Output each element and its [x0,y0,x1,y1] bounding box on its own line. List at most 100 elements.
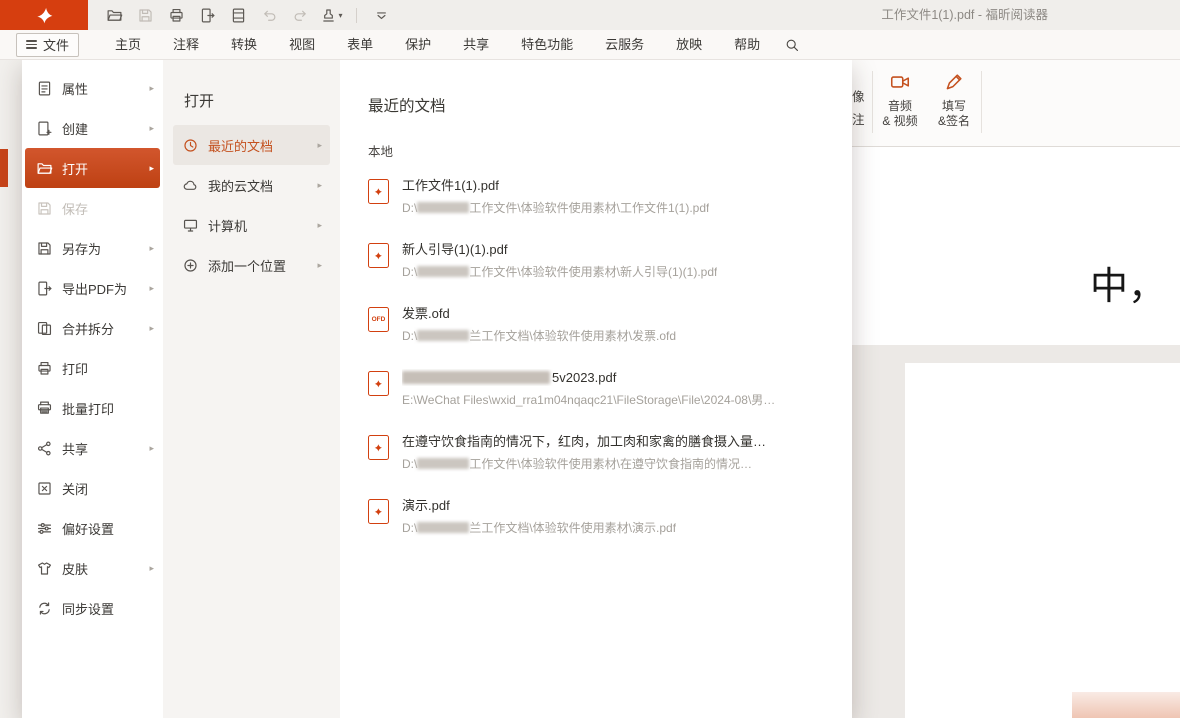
scan-doc-icon [230,7,247,24]
ribbon-clipped-labels: 像 注 [852,60,872,146]
menu-tab-10[interactable]: 帮助 [718,30,776,59]
background-left-strip [0,60,22,718]
file-menu-item-print[interactable]: 打印 [25,348,160,388]
menu-tab-6[interactable]: 共享 [447,30,505,59]
submenu-arrow-icon: ▸ [317,180,322,191]
file-menu-item-combine-split[interactable]: 合并拆分 ▸ [25,308,160,348]
save-button [132,3,159,27]
ribbon-button-audio-video[interactable]: 音频& 视频 [873,60,927,146]
submenu-arrow-icon: ▸ [149,563,154,574]
toolbar-expand-icon [373,7,390,24]
submenu-arrow-icon: ▸ [149,323,154,334]
menu-tab-8[interactable]: 云服务 [589,30,660,59]
export-pdf-icon [36,280,53,297]
save-icon [36,200,53,217]
redo-icon [292,7,309,24]
ribbon-button-label-line1: 音频 [873,99,927,114]
menu-tab-5[interactable]: 保护 [389,30,447,59]
open-icon [36,160,53,177]
file-menu-item-label: 合并拆分 [62,319,114,338]
scan-doc-button[interactable] [225,3,252,27]
recent-file-row[interactable]: OFD发票.ofdD:\兰工作文档\体验软件使用素材\发票.ofd [368,296,828,360]
menu-tab-2[interactable]: 转换 [215,30,273,59]
file-path-suffix: 兰工作文档\体验软件使用素材\演示.pdf [469,521,676,535]
stamp-tool-icon [320,7,337,24]
search-icon[interactable] [784,37,800,53]
submenu-arrow-icon: ▸ [317,140,322,151]
window-title: 工作文件1(1).pdf - 福昕阅读器 [881,0,1048,30]
file-path-prefix: D:\ [402,265,417,279]
titlebar: ▾ 工作文件1(1).pdf - 福昕阅读器 [0,0,1180,30]
ribbon-clipped-label-top: 像 [852,86,872,109]
open-panel-item-label: 我的云文档 [208,176,273,195]
recent-file-row[interactable]: 在遵守饮食指南的情况下，红肉，加工肉和家禽的膳食摄入量…D:\工作文件\体验软件… [368,424,828,488]
create-icon [36,120,53,137]
toolbar-expand-button[interactable] [368,3,395,27]
file-title-text: 在遵守饮食指南的情况下，红肉，加工肉和家禽的膳食摄入量… [402,434,766,449]
ribbon-button-fill-sign[interactable]: 填写&签名 [927,60,981,146]
file-title-text: 工作文件1(1).pdf [402,178,499,193]
menubar: 文件 主页注释转换视图表单保护共享特色功能云服务放映帮助 [0,30,1180,60]
file-menu-item-create[interactable]: 创建▸ [25,108,160,148]
file-menu-item-properties[interactable]: 属性▸ [25,68,160,108]
menu-tab-7[interactable]: 特色功能 [505,30,589,59]
ribbon-separator [981,71,982,133]
file-menu-item-label: 皮肤 [62,559,88,578]
recent-file-row[interactable]: 5v2023.pdfE:\WeChat Files\wxid_rra1m04nq… [368,360,828,424]
undo-button [256,3,283,27]
print-button[interactable] [163,3,190,27]
open-panel-item-label: 添加一个位置 [208,256,286,275]
submenu-arrow-icon: ▸ [317,260,322,271]
dropdown-caret-icon: ▾ [338,11,342,20]
ribbon-clipped-label-bottom: 注 [852,109,872,132]
file-menu-item-close[interactable]: 关闭 [25,468,160,508]
stamp-tool-button[interactable]: ▾ [318,3,345,27]
open-panel-header: 打开 [163,78,340,125]
open-panel-item-label: 计算机 [208,216,247,235]
file-menu-item-export-pdf[interactable]: 导出PDF为▸ [25,268,160,308]
ofd-file-icon: OFD [368,307,389,332]
menu-tab-9[interactable]: 放映 [660,30,718,59]
menu-tab-0[interactable]: 主页 [99,30,157,59]
recent-file-row[interactable]: 工作文件1(1).pdfD:\工作文件\体验软件使用素材\工作文件1(1).pd… [368,168,828,232]
file-menu-item-skin[interactable]: 皮肤 ▸ [25,548,160,588]
menu-tab-3[interactable]: 视图 [273,30,331,59]
properties-icon [36,80,53,97]
file-title: 新人引导(1)(1).pdf [402,241,717,258]
file-menu-item-sync[interactable]: 同步设置 [25,588,160,628]
file-path-suffix: 工作文件\体验软件使用素材\工作文件1(1).pdf [469,201,709,215]
pdf-file-icon [368,435,389,460]
file-title-text: 演示.pdf [402,498,450,513]
file-menu-item-share[interactable]: 共享▸ [25,428,160,468]
menu-tab-1[interactable]: 注释 [157,30,215,59]
file-path: D:\工作文件\体验软件使用素材\新人引导(1)(1).pdf [402,263,717,280]
recent-file-row[interactable]: 新人引导(1)(1).pdf D:\工作文件\体验软件使用素材\新人引导(1)(1… [368,232,828,296]
file-menu-item-label: 保存 [62,199,88,218]
menu-tabs: 主页注释转换视图表单保护共享特色功能云服务放映帮助 [99,30,776,59]
file-menu-item-save-as[interactable]: 另存为▸ [25,228,160,268]
file-menu-item-open[interactable]: 打开▸ [25,148,160,188]
clock-icon [182,137,199,154]
open-panel-item-cloud-docs[interactable]: 我的云文档 ▸ [173,165,330,205]
document-page-1: 中， [852,147,1180,345]
open-panel-item-recent[interactable]: 最近的文档▸ [173,125,330,165]
pdf-file-icon [368,179,389,204]
open-folder-button[interactable] [101,3,128,27]
submenu-arrow-icon: ▸ [149,163,154,174]
export-doc-button[interactable] [194,3,221,27]
open-panel-item-add-place[interactable]: 添加一个位置 ▸ [173,245,330,285]
recent-file-meta: 发票.ofdD:\兰工作文档\体验软件使用素材\发票.ofd [402,305,676,360]
file-title: 发票.ofd [402,305,676,322]
file-menu-item-label: 批量打印 [62,399,114,418]
file-menu-item-preferences[interactable]: 偏好设置 [25,508,160,548]
document-page-2 [905,363,1180,718]
file-menu-item-save[interactable]: 保存 [25,188,160,228]
file-menu-item-batch-print[interactable]: 批量打印 [25,388,160,428]
foxit-logo[interactable] [0,0,88,30]
file-menu-item-label: 导出PDF为 [62,279,127,298]
recent-file-row[interactable]: 演示.pdfD:\兰工作文档\体验软件使用素材\演示.pdf [368,488,828,552]
open-panel-item-computer[interactable]: 计算机▸ [173,205,330,245]
file-path-prefix: D:\ [402,329,417,343]
file-menu-button[interactable]: 文件 [16,33,79,57]
menu-tab-4[interactable]: 表单 [331,30,389,59]
